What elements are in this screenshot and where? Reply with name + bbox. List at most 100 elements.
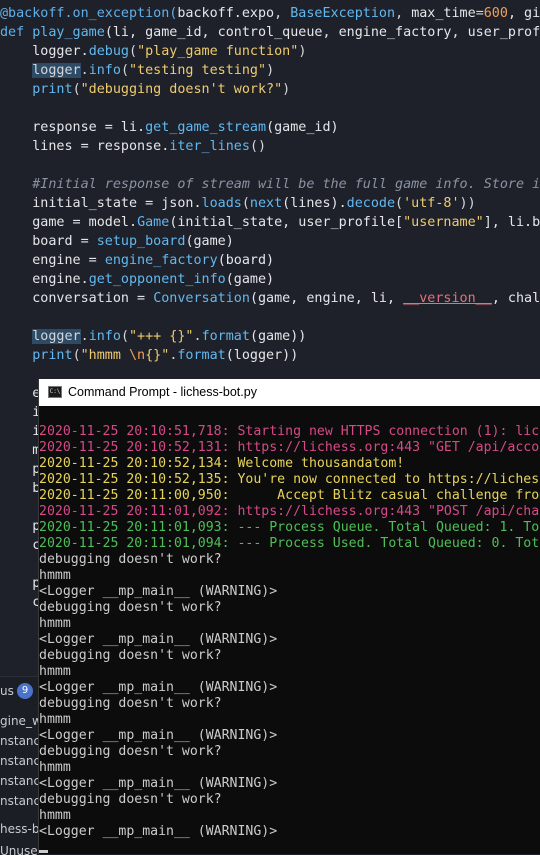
terminal-line: 2020-11-25 20:11:00,950: Accept Blitz ca… xyxy=(39,488,540,503)
explorer-item[interactable]: nstanc xyxy=(0,771,38,791)
code-token: iter_lines xyxy=(169,139,250,154)
problems-count-badge: 9 xyxy=(17,683,33,699)
terminal-line: debugging doesn't work? xyxy=(39,552,222,567)
terminal-line: 2020-11-25 20:10:52,134: Welcome thousan… xyxy=(39,456,405,471)
code-token: ( xyxy=(241,196,250,211)
terminal-output[interactable]: 2020-11-25 20:10:51,718: Starting new HT… xyxy=(39,406,540,854)
command-prompt-window[interactable]: C:\ Command Prompt - lichess-bot.py 2020… xyxy=(38,379,540,854)
code-token: loads xyxy=(201,196,242,211)
code-line[interactable]: logger.info("+++ {}".format(game)) xyxy=(0,327,540,346)
code-line[interactable]: logger.info("testing testing") xyxy=(0,61,540,80)
code-token: = xyxy=(475,6,484,21)
code-token: "+++ {}" xyxy=(129,329,194,344)
code-token: setup_board xyxy=(96,234,186,249)
terminal-line: debugging doesn't work? xyxy=(39,648,222,663)
explorer-item[interactable]: hess-b xyxy=(0,819,38,839)
code-line[interactable]: initial_state = json.loads(next(lines).d… xyxy=(0,194,540,213)
code-token: board = xyxy=(0,234,97,249)
code-line[interactable]: response = li.get_game_stream(game_id) xyxy=(0,118,540,137)
code-token: get_game_stream xyxy=(145,120,267,135)
command-prompt-titlebar[interactable]: C:\ Command Prompt - lichess-bot.py xyxy=(39,379,540,406)
terminal-line: debugging doesn't work? xyxy=(39,696,222,711)
code-line[interactable]: print("debugging doesn't work?") xyxy=(0,80,540,99)
code-line[interactable]: engine.get_opponent_info(game) xyxy=(0,270,540,289)
code-token: info xyxy=(88,63,121,78)
explorer-item[interactable]: nstanc xyxy=(0,751,38,771)
terminal-line: debugging doesn't work? xyxy=(39,744,222,759)
code-token: m xyxy=(0,443,41,458)
code-line[interactable]: def play_game(li, game_id, control_queue… xyxy=(0,23,540,42)
code-token: {}" xyxy=(145,348,170,363)
code-token: logger. xyxy=(0,44,89,59)
explorer-item[interactable]: gine_w xyxy=(0,711,38,731)
terminal-line: <Logger __mp_main__ (WARNING)> xyxy=(39,728,278,743)
code-line[interactable]: logger.debug("play_game function") xyxy=(0,42,540,61)
explorer-item[interactable]: nstanc xyxy=(0,791,38,811)
code-line[interactable] xyxy=(0,99,540,118)
terminal-line: hmmm xyxy=(39,568,71,583)
code-token: "testing testing" xyxy=(129,63,267,78)
explorer-item[interactable]: us xyxy=(0,681,14,701)
code-token: (game, engine, li, xyxy=(249,291,404,306)
code-token: game = model. xyxy=(0,215,138,230)
code-token: engine. xyxy=(0,272,89,287)
code-token: decode xyxy=(346,196,396,211)
code-token: ) xyxy=(266,63,275,78)
code-token: ) xyxy=(298,44,307,59)
code-token: e xyxy=(0,386,41,401)
code-token: Conversation xyxy=(153,291,250,306)
code-token: (game) xyxy=(225,272,275,287)
terminal-line: 2020-11-25 20:10:52,131: https://lichess… xyxy=(39,440,540,455)
terminal-line: hmmm xyxy=(39,808,71,823)
terminal-line: hmmm xyxy=(39,760,71,775)
code-token: info xyxy=(88,329,121,344)
code-token: #Initial response of stream will be the … xyxy=(0,177,540,192)
explorer-item[interactable]: Unused xyxy=(0,841,38,855)
code-line[interactable]: lines = response.iter_lines() xyxy=(0,137,540,156)
explorer-item[interactable]: nstanc xyxy=(0,731,38,751)
terminal-line: <Logger __mp_main__ (WARNING)> xyxy=(39,824,278,839)
code-line[interactable] xyxy=(0,156,540,175)
code-token: def xyxy=(0,25,33,40)
code-token: p xyxy=(0,519,41,534)
code-token: () xyxy=(249,139,267,154)
code-token: BaseException xyxy=(290,6,396,21)
code-token: debug xyxy=(88,44,129,59)
code-token: play_game xyxy=(32,25,105,40)
code-token: Game xyxy=(137,215,170,230)
code-token: (lines). xyxy=(282,196,347,211)
code-line[interactable]: engine = engine_factory(board) xyxy=(0,251,540,270)
code-line[interactable]: game = model.Game(initial_state, user_pr… xyxy=(0,213,540,232)
code-token: logger xyxy=(32,63,81,78)
code-token: i xyxy=(0,405,41,420)
code-line[interactable]: @backoff.on_exception(backoff.expo, Base… xyxy=(0,4,540,23)
terminal-line: 2020-11-25 20:10:51,718: Starting new HT… xyxy=(39,424,540,439)
code-token: ( xyxy=(72,82,81,97)
terminal-cursor xyxy=(39,850,48,853)
code-token: backoff.expo xyxy=(177,6,275,21)
code-token: ) xyxy=(282,82,291,97)
code-line[interactable]: print("hmmm \n{}".format(logger)) xyxy=(0,346,540,365)
code-line[interactable]: board = setup_board(game) xyxy=(0,232,540,251)
code-token: engine = xyxy=(0,253,105,268)
terminal-line: hmmm xyxy=(39,712,71,727)
code-token: (logger)) xyxy=(225,348,299,363)
code-token: (li, game_id, control_queue, engine_fact… xyxy=(104,25,540,40)
terminal-line: 2020-11-25 20:10:52,135: You're now conn… xyxy=(39,472,540,487)
code-token: get_opponent_info xyxy=(88,272,226,287)
code-token: print xyxy=(32,82,73,97)
code-token: initial_state = json. xyxy=(0,196,202,211)
explorer-panel[interactable]: 9 us gine_w nstanc nstanc nstanc nstanc hess-b… xyxy=(0,676,38,855)
code-token: ( xyxy=(129,44,138,59)
code-token: , challen xyxy=(491,291,540,306)
code-line[interactable]: conversation = Conversation(game, engine… xyxy=(0,289,540,308)
code-token: next xyxy=(249,196,283,211)
code-line[interactable] xyxy=(0,308,540,327)
code-token: __version__ xyxy=(403,291,492,306)
code-token: lines = response. xyxy=(0,139,170,154)
code-line[interactable]: #Initial response of stream will be the … xyxy=(0,175,540,194)
code-token: , xyxy=(274,6,291,21)
